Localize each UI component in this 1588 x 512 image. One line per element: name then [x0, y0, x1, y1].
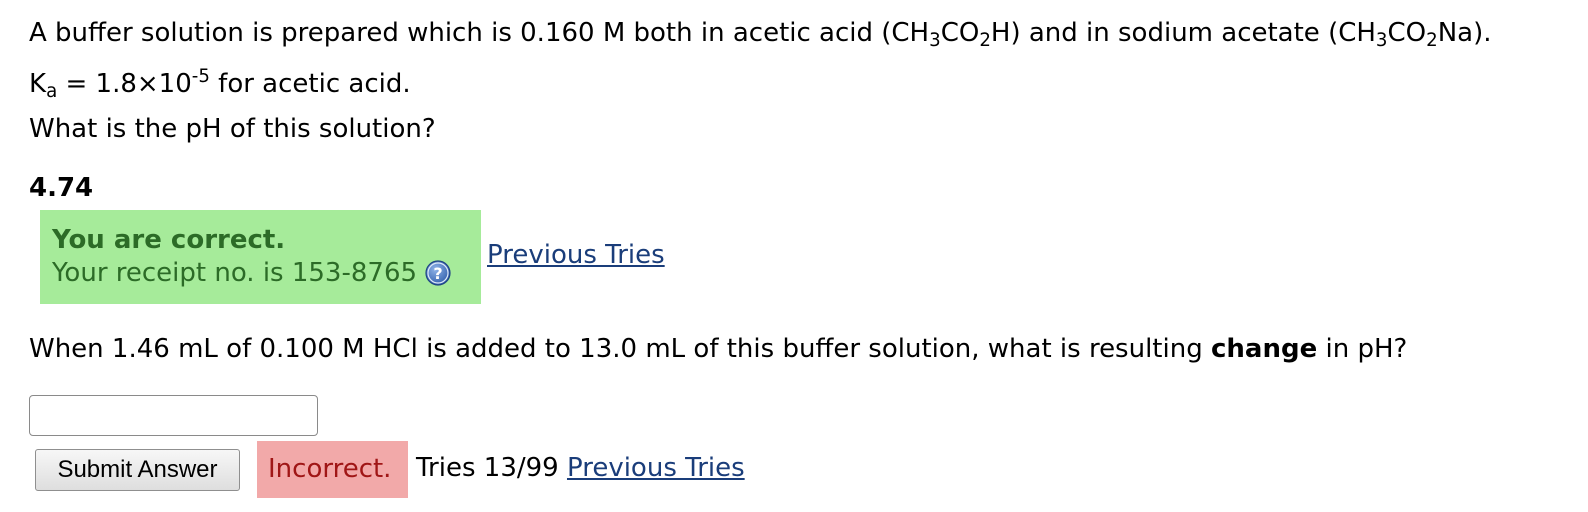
subscript: 2 — [1426, 30, 1438, 52]
intro-text: H) and in sodium acetate (CH — [990, 18, 1376, 48]
submit-answer-button[interactable]: Submit Answer — [35, 449, 240, 491]
question2-prompt: When 1.46 mL of 0.100 M HCl is added to … — [29, 334, 1407, 365]
intro-text: CO — [1387, 18, 1427, 48]
feedback-title: You are correct. — [52, 225, 286, 255]
previous-tries-link[interactable]: Previous Tries — [487, 240, 665, 271]
receipt-line: Your receipt no. is 153-8765 ? — [52, 257, 481, 291]
ka-subscript: a — [46, 81, 58, 103]
prompt-text: When 1.46 mL of 0.100 M HCl is added to … — [29, 334, 1211, 364]
previous-tries-link[interactable]: Previous Tries — [567, 453, 745, 483]
receipt-text: Your receipt no. is 153-8765 — [52, 257, 418, 288]
ka-exponent: -5 — [191, 66, 210, 87]
subscript: 3 — [929, 30, 941, 52]
answer-input[interactable] — [29, 395, 318, 436]
subscript: 3 — [1375, 30, 1388, 52]
tries-count: Tries 13/99 — [416, 453, 559, 483]
question1-prompt: What is the pH of this solution? — [29, 114, 436, 144]
subscript: 2 — [979, 30, 991, 52]
help-question-icon[interactable]: ? — [425, 260, 451, 286]
ka-suffix: for acetic acid. — [209, 69, 411, 99]
intro-text: CO — [940, 18, 980, 48]
correct-feedback-box: You are correct. Your receipt no. is 153… — [40, 210, 481, 304]
submitted-answer: 4.74 — [29, 173, 94, 203]
svg-text:?: ? — [433, 264, 442, 283]
intro-text: A buffer solution is prepared which is 0… — [29, 18, 930, 48]
ka-symbol: K — [29, 69, 47, 99]
question-intro: A buffer solution is prepared which is 0… — [29, 18, 1492, 52]
incorrect-status-badge: Incorrect. — [257, 441, 408, 498]
tries-area: Tries 13/99 Previous Tries — [416, 453, 745, 484]
ka-statement: Ka = 1.8×10-5 for acetic acid. — [29, 66, 411, 103]
intro-text: Na). — [1437, 18, 1492, 48]
prompt-emphasis: change — [1210, 334, 1318, 364]
prompt-text: in pH? — [1317, 334, 1408, 364]
ka-value: = 1.8×10 — [57, 69, 192, 99]
